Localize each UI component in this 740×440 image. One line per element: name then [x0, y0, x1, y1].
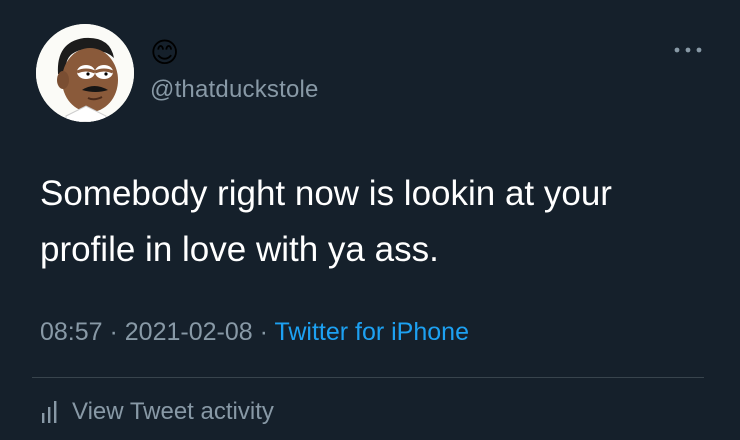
meta-separator: · [102, 318, 125, 346]
more-horizontal-icon[interactable] [672, 44, 704, 56]
user-handle[interactable]: @thatduckstole [150, 76, 319, 104]
avatar[interactable] [36, 24, 134, 122]
tweet-text-line-1: Somebody right now is lookin at your [40, 174, 612, 213]
display-name[interactable]: 😊 [150, 38, 179, 68]
tweet-source-link[interactable]: Twitter for iPhone [274, 318, 469, 346]
avatar-image [36, 24, 134, 122]
tweet-time[interactable]: 08:57 [40, 318, 103, 346]
divider [32, 377, 704, 378]
tweet-text: Somebody right now is lookin at your prof… [40, 166, 700, 278]
tweet-text-line-2: profile in love with ya ass. [40, 230, 439, 269]
meta-separator: · [252, 318, 275, 346]
view-tweet-activity-button[interactable]: View Tweet activity [40, 398, 274, 426]
tweet-date[interactable]: 2021-02-08 [125, 318, 253, 346]
tweet-card: 😊 @thatduckstole Somebody right now is l… [0, 0, 740, 440]
view-tweet-activity-label: View Tweet activity [72, 398, 274, 425]
bar-chart-icon [42, 401, 57, 423]
tweet-metadata: 08:57 · 2021-02-08 · Twitter for iPhone [40, 318, 469, 347]
display-name-emoji: 😊 [150, 37, 180, 68]
